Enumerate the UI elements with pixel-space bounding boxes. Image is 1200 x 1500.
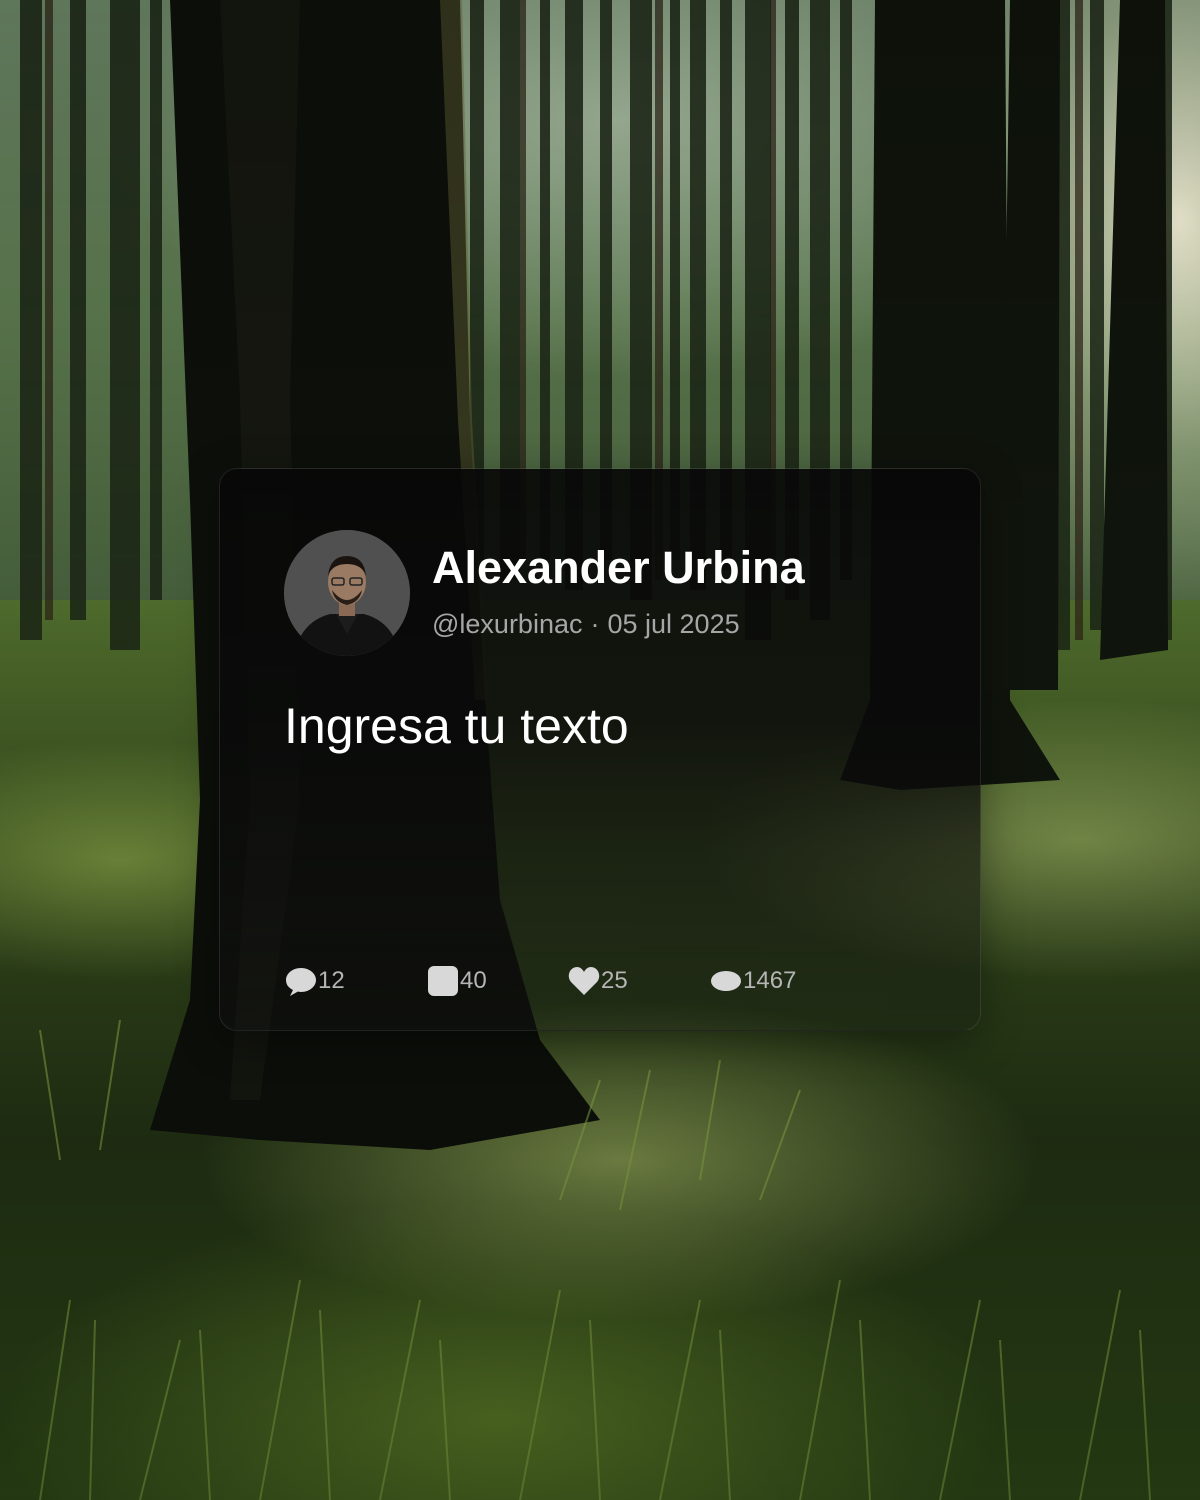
likes-stat[interactable]: 25 bbox=[567, 963, 628, 999]
replies-stat[interactable]: 12 bbox=[284, 963, 345, 999]
post-card: Alexander Urbina @lexurbinac · 05 jul 2025… bbox=[219, 468, 981, 1031]
views-stat[interactable]: 1467 bbox=[709, 963, 796, 999]
meta-separator: · bbox=[590, 609, 600, 639]
comment-icon bbox=[286, 968, 316, 996]
post-text[interactable]: Ingresa tu texto bbox=[284, 695, 629, 757]
repost-icon bbox=[428, 966, 458, 996]
eye-icon bbox=[711, 971, 741, 991]
author-meta: @lexurbinac · 05 jul 2025 bbox=[432, 607, 740, 641]
reposts-count: 40 bbox=[460, 967, 487, 994]
author-handle[interactable]: @lexurbinac bbox=[432, 609, 582, 639]
reposts-stat[interactable]: 40 bbox=[426, 963, 487, 999]
views-count: 1467 bbox=[743, 967, 797, 994]
heart-icon bbox=[568, 967, 600, 995]
likes-count: 25 bbox=[601, 967, 628, 994]
avatar-portrait-icon bbox=[284, 530, 410, 656]
replies-count: 12 bbox=[318, 967, 345, 994]
post-date: 05 jul 2025 bbox=[607, 609, 740, 639]
author-name[interactable]: Alexander Urbina bbox=[432, 541, 805, 595]
avatar[interactable] bbox=[284, 530, 410, 656]
background-scene: Alexander Urbina @lexurbinac · 05 jul 2025… bbox=[0, 0, 1200, 1500]
